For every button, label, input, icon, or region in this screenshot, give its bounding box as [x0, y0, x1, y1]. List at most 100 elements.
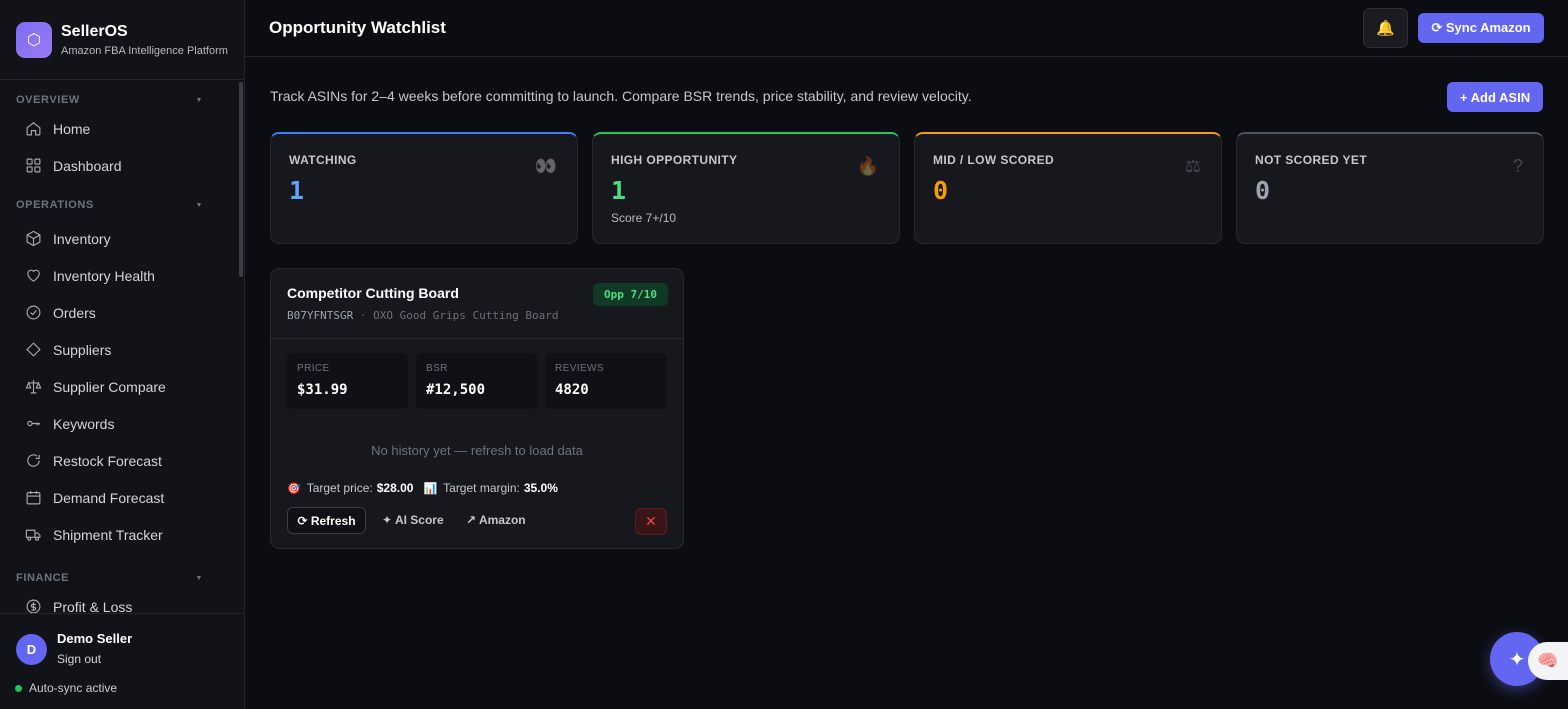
remove-button[interactable]: ✕: [635, 508, 667, 535]
sidebar: ⬡ SellerOS Amazon FBA Intelligence Platf…: [0, 0, 245, 709]
metric-value: 4820: [555, 382, 589, 398]
sidebar-item-profit-loss[interactable]: Profit & Loss: [0, 588, 237, 613]
sign-out-link[interactable]: Sign out: [57, 652, 101, 666]
page-title: Opportunity Watchlist: [269, 18, 446, 37]
bell-icon: 🔔: [1376, 20, 1395, 37]
diamond-icon: [24, 341, 42, 359]
watch-item-header: Competitor Cutting Board B07YFNTSGR · OX…: [271, 269, 683, 339]
user-name: Demo Seller: [57, 631, 133, 646]
target-margin-value: 35.0%: [523, 481, 558, 495]
chevron-down-icon: ▼: [195, 201, 203, 209]
stat-value: 1: [289, 176, 305, 205]
brain-extension-tab[interactable]: 🧠: [1528, 642, 1568, 680]
ai-score-button[interactable]: ✦ AI Score: [382, 513, 444, 527]
brand-logo-icon: ⬡: [16, 21, 52, 58]
target-price-label: Target price:: [306, 481, 373, 495]
refresh-button[interactable]: ⟳ Refresh: [287, 507, 366, 534]
stat-card-high-opportunity: HIGH OPPORTUNITY 1 Score 7+/10 🔥: [592, 132, 900, 244]
sync-status-text: Auto-sync active: [29, 681, 118, 695]
stat-value: 0: [933, 176, 949, 205]
no-history-message: No history yet — refresh to load data: [371, 443, 583, 458]
sidebar-item-dashboard[interactable]: Dashboard: [0, 147, 237, 184]
sidebar-item-label: Dashboard: [53, 157, 122, 174]
asin: B07YFNTSGR: [287, 309, 354, 322]
chart-icon: 📊: [423, 482, 438, 495]
sidebar-nav: OVERVIEW ▼ Home Dashboard OPERATIONS ▼ I…: [0, 81, 237, 613]
calendar-icon: [24, 489, 42, 507]
brand-tagline: Amazon FBA Intelligence Platform: [61, 44, 228, 57]
sidebar-item-label: Suppliers: [53, 341, 112, 358]
user-panel: D Demo Seller Sign out Auto-sync active: [0, 613, 244, 709]
chevron-down-icon: ▼: [195, 574, 203, 582]
sidebar-item-orders[interactable]: Orders: [0, 294, 237, 331]
scale-icon: ⚖: [1184, 156, 1201, 176]
page-description: Track ASINs for 2–4 weeks before committ…: [270, 88, 972, 104]
brain-icon: 🧠: [1537, 651, 1559, 670]
notifications-button[interactable]: 🔔: [1363, 8, 1408, 48]
sidebar-item-suppliers[interactable]: Suppliers: [0, 331, 237, 368]
scale-icon: [24, 378, 42, 396]
watch-item-subtitle: B07YFNTSGR · OXO Good Grips Cutting Boar…: [287, 309, 559, 322]
section-operations[interactable]: OPERATIONS ▼: [0, 195, 237, 215]
close-icon: ✕: [645, 513, 657, 529]
stat-label: WATCHING: [289, 153, 357, 167]
sidebar-item-shipment-tracker[interactable]: Shipment Tracker: [0, 516, 237, 553]
sidebar-item-label: Shipment Tracker: [53, 526, 163, 543]
sidebar-item-inventory[interactable]: Inventory: [0, 220, 237, 257]
section-title: OPERATIONS: [16, 199, 94, 211]
separator: ·: [359, 309, 367, 322]
refresh-icon: [24, 452, 42, 470]
stat-card-watching: WATCHING 1 👀: [270, 132, 578, 244]
section-overview[interactable]: OVERVIEW ▼: [0, 90, 237, 110]
stat-card-not-scored: NOT SCORED YET 0 ?: [1236, 132, 1544, 244]
sidebar-item-label: Inventory Health: [53, 267, 155, 284]
metric-price: PRICE $31.99: [287, 353, 408, 409]
box-icon: [24, 230, 42, 248]
metric-bsr: BSR #12,500: [416, 353, 537, 409]
fire-icon: 🔥: [856, 156, 879, 176]
dollar-icon: [24, 598, 42, 613]
target-price-value: $28.00: [376, 481, 414, 495]
grid-icon: [24, 157, 42, 175]
chevron-down-icon: ▼: [195, 96, 203, 104]
status-dot-icon: [15, 684, 22, 692]
stat-value: 0: [1255, 176, 1271, 205]
sidebar-item-label: Orders: [53, 304, 96, 321]
add-asin-button[interactable]: + Add ASIN: [1447, 82, 1543, 112]
metric-value: $31.99: [297, 382, 348, 398]
metric-value: #12,500: [426, 382, 486, 398]
sidebar-item-label: Home: [53, 120, 91, 137]
sync-amazon-button[interactable]: ⟳ Sync Amazon: [1418, 13, 1544, 43]
brand-name: SellerOS: [61, 22, 128, 40]
amazon-link[interactable]: ↗ Amazon: [466, 513, 526, 527]
heart-icon: [24, 267, 42, 285]
brand[interactable]: ⬡ SellerOS Amazon FBA Intelligence Platf…: [0, 0, 244, 80]
section-title: OVERVIEW: [16, 94, 80, 106]
opportunity-badge: Opp 7/10: [593, 283, 668, 306]
sidebar-item-label: Keywords: [53, 415, 115, 432]
sidebar-item-label: Restock Forecast: [53, 452, 162, 469]
sidebar-scrollbar[interactable]: [239, 82, 243, 277]
sidebar-item-home[interactable]: Home: [0, 110, 237, 147]
sparkle-icon: ✦: [1508, 648, 1526, 671]
stat-label: HIGH OPPORTUNITY: [611, 153, 738, 167]
section-finance[interactable]: FINANCE ▼: [0, 568, 237, 588]
stat-label: MID / LOW SCORED: [933, 153, 1055, 167]
sidebar-item-label: Inventory: [53, 230, 111, 247]
stat-value: 1: [611, 176, 627, 205]
sidebar-item-supplier-compare[interactable]: Supplier Compare: [0, 368, 237, 405]
sidebar-item-label: Supplier Compare: [53, 378, 166, 395]
sidebar-item-restock-forecast[interactable]: Restock Forecast: [0, 442, 237, 479]
avatar[interactable]: D: [16, 634, 47, 665]
target-icon: 🎯: [287, 482, 301, 495]
product-name: OXO Good Grips Cutting Board: [373, 309, 559, 322]
sidebar-item-inventory-health[interactable]: Inventory Health: [0, 257, 237, 294]
sidebar-item-demand-forecast[interactable]: Demand Forecast: [0, 479, 237, 516]
top-bar: Opportunity Watchlist 🔔 ⟳ Sync Amazon: [245, 0, 1568, 57]
home-icon: [24, 120, 42, 138]
eyes-icon: 👀: [534, 156, 557, 176]
metric-reviews: REVIEWS 4820: [545, 353, 667, 409]
metric-label: PRICE: [297, 363, 330, 374]
sidebar-item-keywords[interactable]: Keywords: [0, 405, 237, 442]
truck-icon: [24, 526, 42, 544]
